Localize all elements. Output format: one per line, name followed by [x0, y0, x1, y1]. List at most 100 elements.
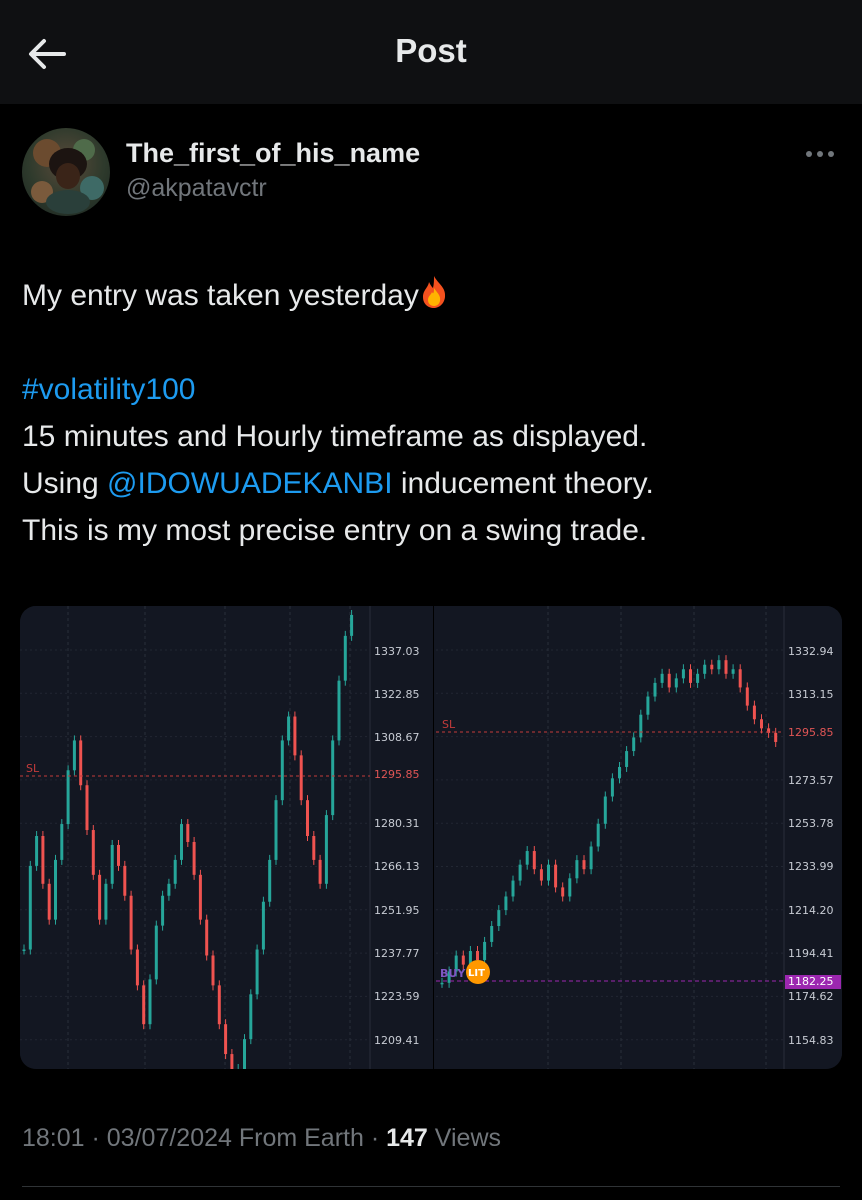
candle-body — [230, 1054, 234, 1069]
axis-tick-label: 1322.85 — [374, 688, 420, 701]
candle-body — [47, 883, 51, 920]
avatar-image — [31, 139, 104, 214]
avatar[interactable] — [22, 128, 110, 216]
candle-body — [154, 925, 158, 980]
candle-body — [603, 796, 607, 824]
axis-tick-label: 1223.59 — [374, 990, 420, 1003]
post-meta: 18:01 · 03/07/2024 From Earth · 147 View… — [22, 1124, 501, 1153]
candle-body — [476, 951, 479, 961]
axis-tick-label: 1332.94 — [788, 645, 834, 658]
candle-body — [461, 955, 465, 965]
post-line: Using @IDOWUADEKANBI inducement theory. — [22, 460, 842, 507]
axis-tick-label: 1337.03 — [374, 645, 420, 658]
separator-dot: · — [363, 1124, 387, 1152]
candle-body — [575, 860, 579, 879]
candle-body — [117, 844, 120, 866]
axis-tick-label: 1214.20 — [788, 904, 834, 917]
candle-body — [186, 824, 190, 842]
candle-body — [123, 865, 127, 896]
hashtag-link[interactable]: #volatility100 — [22, 373, 195, 406]
candle-body — [198, 874, 202, 920]
post-body: My entry was taken yesterday #volatility… — [22, 272, 842, 554]
candle-body — [60, 824, 64, 860]
candle-body — [525, 851, 529, 865]
candle-body — [148, 979, 152, 1025]
candle-body — [79, 740, 83, 786]
candle-body — [268, 859, 272, 902]
candle-body — [161, 895, 165, 926]
post-line: 15 minutes and Hourly timeframe as displ… — [22, 420, 648, 453]
candle-body — [724, 660, 728, 674]
candle-body — [192, 841, 196, 875]
axis-tick-label: 1313.15 — [788, 688, 834, 701]
author-handle[interactable]: @akpatavctr — [126, 174, 267, 203]
candle-body — [554, 864, 558, 888]
candle-body — [710, 664, 714, 670]
candle-body — [703, 664, 707, 674]
separator-text — [232, 1124, 239, 1152]
candle-body — [211, 955, 215, 986]
candle-body — [490, 926, 494, 942]
axis-tick-label: 1233.99 — [788, 860, 834, 873]
candle-body — [287, 716, 291, 741]
candle-body — [632, 737, 636, 752]
candle-body — [312, 836, 316, 860]
candle-body — [142, 985, 146, 1025]
candle-body — [41, 836, 45, 884]
candle-body — [224, 1024, 228, 1055]
candle-body — [54, 859, 57, 920]
axis-tick-label: 1352.7 — [788, 606, 827, 609]
candle-body — [22, 949, 26, 952]
top-bar: Post — [0, 0, 862, 104]
candle-body — [625, 751, 629, 767]
author-display-name[interactable]: The_first_of_his_name — [126, 138, 420, 169]
axis-tick-label: 1194.41 — [788, 947, 834, 960]
candle-body — [343, 635, 347, 681]
more-options-icon[interactable] — [800, 140, 840, 170]
candle-body — [689, 669, 692, 683]
axis-tick-label: 1266.13 — [374, 860, 420, 873]
candle-body — [511, 880, 515, 897]
axis-tick-label: 1295.85 — [788, 726, 834, 739]
divider — [22, 1186, 840, 1187]
buy-label: BUY — [440, 967, 466, 980]
post-time: 18:01 — [22, 1124, 85, 1152]
mention-link[interactable]: @IDOWUADEKANBI — [107, 467, 392, 500]
candle-body — [243, 1039, 246, 1069]
candle-body — [731, 669, 735, 674]
chart-left: SL 1351.21 1337.03 1322.85 1308.67 1295.85 12… — [20, 606, 434, 1069]
candle-body — [774, 732, 778, 742]
candle-body — [539, 869, 543, 881]
separator-dot: · — [84, 1124, 107, 1152]
sl-label: SL — [442, 718, 456, 731]
axis-tick-label: 1253.78 — [788, 817, 834, 830]
candle-body — [639, 714, 643, 738]
axis-tick-label: 1237.77 — [374, 947, 420, 960]
candle-body — [72, 740, 76, 771]
candle-body — [280, 740, 284, 801]
candle-body — [752, 705, 756, 720]
post-line-text: Using — [22, 467, 108, 500]
axis-tick-label: 1182.25 — [788, 975, 834, 988]
axis-tick-label: 1174.62 — [788, 990, 834, 1003]
candle-body — [745, 687, 749, 706]
candle-body — [696, 673, 700, 683]
candle-body — [274, 800, 278, 860]
candle-body — [261, 901, 265, 950]
candle-body — [324, 815, 328, 884]
candle-body — [217, 985, 221, 1025]
axis-tick-label: 1280.31 — [374, 817, 420, 830]
candle-body — [98, 874, 102, 920]
candle-body — [568, 878, 572, 897]
post-media-image[interactable]: SL 1351.21 1337.03 1322.85 1308.67 1295.85 12… — [20, 606, 842, 1069]
candle-body — [717, 660, 721, 670]
candle-body — [66, 770, 70, 825]
post-date[interactable]: 03/07/2024 — [107, 1124, 232, 1152]
candle-body — [293, 716, 297, 756]
candle-body — [681, 669, 685, 679]
candle-body — [610, 778, 614, 797]
candle-body — [167, 883, 171, 896]
candle-body — [582, 860, 586, 870]
candle-body — [760, 719, 763, 729]
